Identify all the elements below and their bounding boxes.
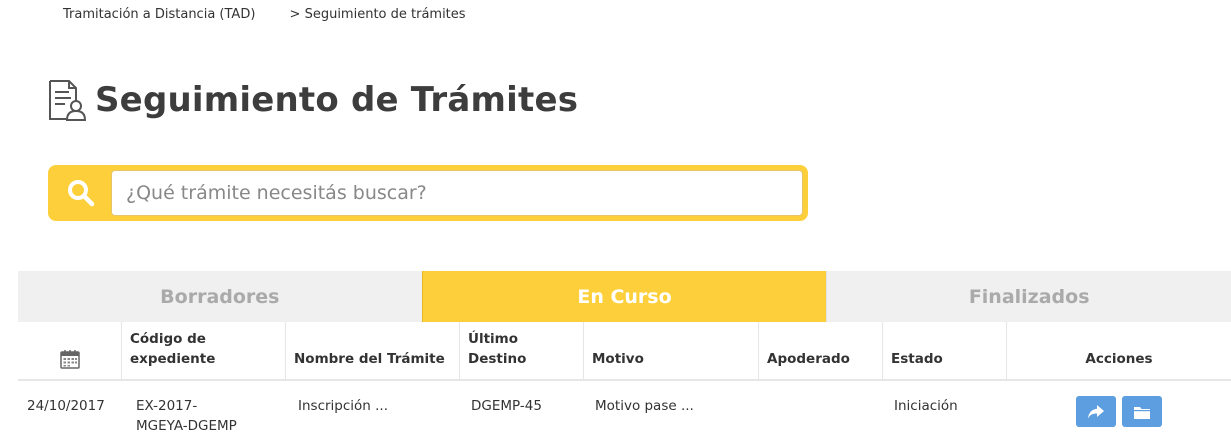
row-actions <box>1015 396 1223 427</box>
cell-destino: DGEMP-45 <box>471 398 542 414</box>
header-fecha <box>18 322 121 379</box>
cell-acciones <box>1006 381 1231 441</box>
cell-motivo: Motivo pase ... <box>595 398 694 414</box>
breadcrumb-root-link[interactable]: Tramitación a Distancia (TAD) <box>63 7 255 22</box>
page-header: Seguimiento de Trámites <box>47 78 578 122</box>
tab-en-curso[interactable]: En Curso <box>421 271 827 322</box>
header-acciones: Acciones <box>1006 322 1231 379</box>
header-apoderado: Apoderado <box>758 322 882 379</box>
header-codigo: Código de expediente <box>121 322 285 379</box>
cell-apoderado <box>758 381 882 441</box>
archive-button[interactable] <box>1122 396 1162 427</box>
header-motivo: Motivo <box>583 322 758 379</box>
document-user-icon <box>49 80 87 121</box>
search-bar <box>48 165 808 221</box>
header-nombre: Nombre del Trámite <box>285 322 459 379</box>
search-input[interactable] <box>111 170 803 216</box>
table-body: 24/10/2017 EX-2017- MGEYA-DGEMP Inscripc… <box>18 381 1231 441</box>
tab-finalizados[interactable]: Finalizados <box>826 271 1231 322</box>
status-tabs: Borradores En Curso Finalizados <box>18 271 1231 322</box>
header-destino: Último Destino <box>459 322 583 379</box>
cell-nombre: Inscripción ... <box>298 398 389 414</box>
header-estado: Estado <box>882 322 1006 379</box>
search-icon[interactable] <box>66 178 96 208</box>
table-header: Código de expediente Nombre del Trámite … <box>18 322 1231 381</box>
cell-fecha: 24/10/2017 <box>27 398 105 414</box>
breadcrumb: Tramitación a Distancia (TAD) > Seguimie… <box>63 7 466 22</box>
share-icon <box>1088 404 1104 418</box>
cell-estado: Iniciación <box>894 398 958 414</box>
forward-button[interactable] <box>1076 396 1116 427</box>
page-title: Seguimiento de Trámites <box>95 80 579 120</box>
folder-icon <box>1134 406 1150 419</box>
tramites-table: Código de expediente Nombre del Trámite … <box>18 322 1231 441</box>
calendar-icon <box>59 350 80 369</box>
cell-codigo: EX-2017- MGEYA-DGEMP <box>136 398 237 434</box>
table-row: 24/10/2017 EX-2017- MGEYA-DGEMP Inscripc… <box>18 381 1231 441</box>
tab-borradores[interactable]: Borradores <box>18 271 422 322</box>
breadcrumb-current: > Seguimiento de trámites <box>289 7 466 22</box>
